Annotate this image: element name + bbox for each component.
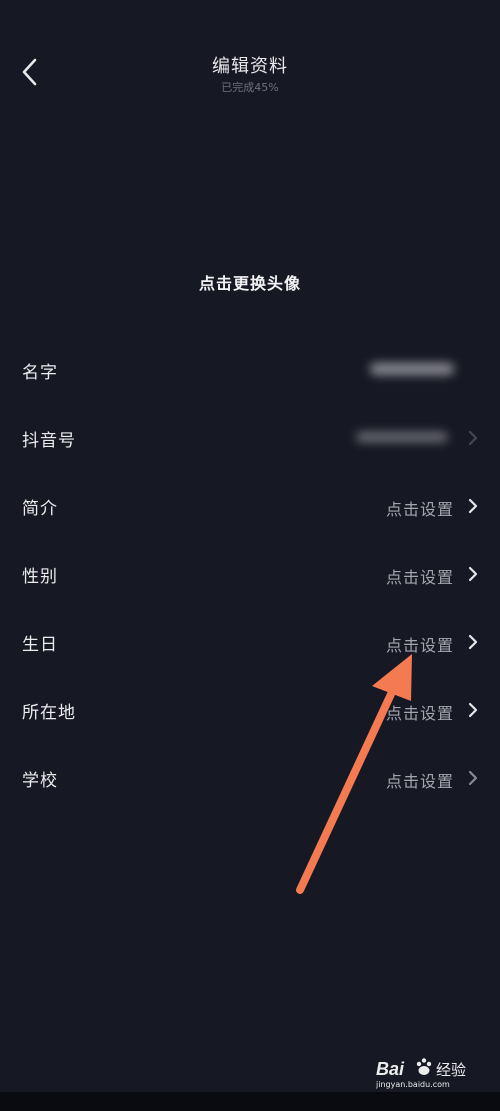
chevron-right-icon bbox=[468, 702, 478, 718]
row-school[interactable]: 学校 点击设置 bbox=[0, 744, 500, 812]
chevron-right-icon bbox=[468, 770, 478, 786]
chevron-right-icon bbox=[468, 566, 478, 582]
row-label: 学校 bbox=[22, 771, 58, 791]
bottom-band bbox=[0, 1092, 500, 1111]
row-label: 名字 bbox=[22, 363, 58, 383]
row-gender[interactable]: 性别 点击设置 bbox=[0, 540, 500, 608]
change-avatar-label: 点击更换头像 bbox=[198, 274, 301, 293]
row-label: 生日 bbox=[22, 635, 58, 655]
edit-profile-screen: 编辑资料 已完成45% 点击更换头像 名字 抖音号 简介 点击设置 性别 点击设… bbox=[0, 0, 500, 1092]
completion-status: 已完成45% bbox=[221, 81, 279, 94]
row-value: 点击设置 bbox=[385, 772, 454, 791]
row-douyin-id[interactable]: 抖音号 bbox=[0, 404, 500, 472]
avatar bbox=[200, 150, 300, 250]
row-label: 性别 bbox=[22, 567, 58, 587]
header: 编辑资料 已完成45% bbox=[0, 0, 500, 120]
row-label: 所在地 bbox=[22, 703, 76, 723]
blurred-value-mask bbox=[356, 432, 448, 442]
row-name[interactable]: 名字 bbox=[0, 336, 500, 404]
chevron-right-icon bbox=[468, 634, 478, 650]
row-value bbox=[356, 428, 448, 450]
change-avatar-button[interactable]: 点击更换头像 bbox=[150, 150, 350, 310]
row-birthday[interactable]: 生日 点击设置 bbox=[0, 608, 500, 676]
row-value: 点击设置 bbox=[385, 568, 454, 587]
row-location[interactable]: 所在地 点击设置 bbox=[0, 676, 500, 744]
row-bio[interactable]: 简介 点击设置 bbox=[0, 472, 500, 540]
chevron-right-icon bbox=[468, 498, 478, 514]
row-value: 点击设置 bbox=[385, 500, 454, 519]
profile-fields-list: 名字 抖音号 简介 点击设置 性别 点击设置 生日 点击设置 所在地 点击设置 … bbox=[0, 336, 500, 812]
row-label: 抖音号 bbox=[22, 431, 76, 451]
blurred-value-mask bbox=[370, 363, 454, 375]
row-label: 简介 bbox=[22, 499, 58, 519]
row-value bbox=[370, 360, 454, 382]
row-value: 点击设置 bbox=[385, 704, 454, 723]
chevron-right-icon bbox=[468, 430, 478, 446]
row-value: 点击设置 bbox=[385, 636, 454, 655]
page-title: 编辑资料 bbox=[212, 56, 288, 77]
